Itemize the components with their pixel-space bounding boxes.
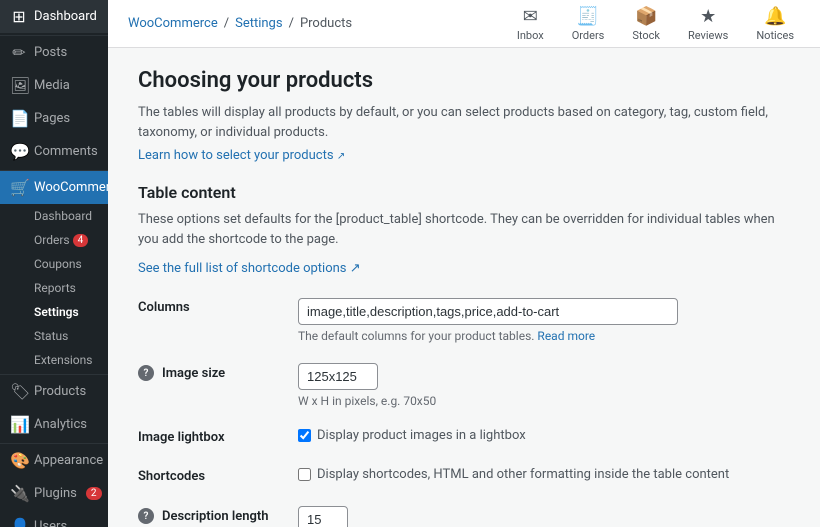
image-lightbox-field: Display product images in a lightbox xyxy=(298,418,790,457)
sidebar-item-label: WooCommerce xyxy=(34,180,108,195)
media-icon: 🖼 xyxy=(10,76,28,95)
sidebar-sub-dashboard[interactable]: Dashboard xyxy=(0,204,108,228)
sidebar-item-label: Products xyxy=(34,384,86,399)
breadcrumb-sep2: / xyxy=(289,16,294,31)
reviews-icon: ★ xyxy=(700,6,716,27)
sidebar-item-woocommerce[interactable]: 🛒 WooCommerce xyxy=(0,171,108,204)
appearance-icon: 🎨 xyxy=(10,451,28,470)
sidebar-sub-extensions[interactable]: Extensions xyxy=(0,348,108,372)
woo-nav-inbox[interactable]: ✉ Inbox xyxy=(511,2,550,46)
description-length-input[interactable] xyxy=(298,506,348,527)
page-title: Choosing your products xyxy=(138,68,790,93)
sidebar-item-label: Comments xyxy=(34,144,98,159)
sidebar-item-appearance[interactable]: 🎨 Appearance xyxy=(0,444,108,477)
learn-link[interactable]: Learn how to select your products ↗ xyxy=(138,148,345,163)
woocommerce-icon: 🛒 xyxy=(10,178,28,197)
dashboard-icon: ⊞ xyxy=(10,7,28,26)
sidebar-item-users[interactable]: 👤 Users xyxy=(0,510,108,527)
breadcrumb: WooCommerce / Settings / Products xyxy=(128,16,352,31)
sidebar-item-media[interactable]: 🖼 Media xyxy=(0,69,108,102)
page-description: The tables will display all products by … xyxy=(138,103,790,142)
description-length-label: ? Description length xyxy=(138,496,298,527)
columns-label: Columns xyxy=(138,288,298,353)
image-size-label: ? Image size xyxy=(138,353,298,418)
settings-form: Columns The default columns for your pro… xyxy=(138,288,790,527)
shortcodes-label: Shortcodes xyxy=(138,457,298,496)
pages-icon: 📄 xyxy=(10,109,28,128)
image-size-row: ? Image size W x H in pixels, e.g. 70x50 xyxy=(138,353,790,418)
image-size-help-icon[interactable]: ? xyxy=(138,365,154,381)
products-icon: 🏷 xyxy=(10,382,28,401)
image-lightbox-checkbox-label: Display product images in a lightbox xyxy=(317,428,526,443)
columns-input[interactable] xyxy=(298,298,678,325)
description-length-field: words xyxy=(298,496,790,527)
sidebar-item-label: Posts xyxy=(34,45,67,60)
posts-icon: ✏ xyxy=(10,43,28,62)
external-link-icon2: ↗ xyxy=(350,261,361,276)
external-link-icon: ↗ xyxy=(337,151,345,162)
notices-icon: 🔔 xyxy=(764,6,786,27)
sidebar-item-products[interactable]: 🏷 Products xyxy=(0,375,108,408)
sidebar: ⊞ Dashboard ✏ Posts 🖼 Media 📄 Pages 💬 Co… xyxy=(0,0,108,527)
woo-topbar: WooCommerce / Settings / Products ✉ Inbo… xyxy=(108,0,820,48)
breadcrumb-woocommerce[interactable]: WooCommerce xyxy=(128,16,218,31)
table-content-desc: These options set defaults for the [prod… xyxy=(138,210,790,249)
sidebar-sub-coupons[interactable]: Coupons xyxy=(0,252,108,276)
sidebar-sub-settings[interactable]: Settings xyxy=(0,300,108,324)
table-content-title: Table content xyxy=(138,183,790,202)
main-content: Choosing your products The tables will d… xyxy=(108,48,820,527)
sidebar-item-label: Plugins xyxy=(34,486,77,501)
breadcrumb-sep1: / xyxy=(224,16,229,31)
columns-read-more[interactable]: Read more xyxy=(537,329,595,343)
image-lightbox-checkbox[interactable] xyxy=(298,429,311,442)
orders-icon: 🧾 xyxy=(577,6,599,27)
users-icon: 👤 xyxy=(10,517,28,527)
sidebar-item-analytics[interactable]: 📊 Analytics xyxy=(0,408,108,441)
analytics-icon: 📊 xyxy=(10,415,28,434)
sidebar-item-label: Dashboard xyxy=(34,9,97,24)
plugins-badge: 2 xyxy=(86,487,102,500)
shortcodes-checkbox[interactable] xyxy=(298,468,311,481)
breadcrumb-current: Products xyxy=(300,16,352,31)
sidebar-item-label: Analytics xyxy=(34,417,87,432)
columns-field: The default columns for your product tab… xyxy=(298,288,790,353)
sidebar-item-label: Pages xyxy=(34,111,70,126)
stock-icon: 📦 xyxy=(635,6,657,27)
sidebar-item-posts[interactable]: ✏ Posts xyxy=(0,36,108,69)
image-size-input[interactable] xyxy=(298,363,378,390)
woo-nav-orders[interactable]: 🧾 Orders xyxy=(566,2,611,46)
sidebar-item-label: Users xyxy=(34,519,67,527)
breadcrumb-settings[interactable]: Settings xyxy=(235,16,282,31)
shortcode-link[interactable]: See the full list of shortcode options ↗ xyxy=(138,261,361,276)
desc-length-help-icon[interactable]: ? xyxy=(138,508,154,524)
sidebar-item-plugins[interactable]: 🔌 Plugins 2 xyxy=(0,477,108,510)
image-lightbox-label: Image lightbox xyxy=(138,418,298,457)
shortcodes-checkbox-label: Display shortcodes, HTML and other forma… xyxy=(317,467,729,482)
woo-nav-stock[interactable]: 📦 Stock xyxy=(626,2,666,46)
image-lightbox-row: Image lightbox Display product images in… xyxy=(138,418,790,457)
sidebar-sub-status[interactable]: Status xyxy=(0,324,108,348)
sidebar-item-comments[interactable]: 💬 Comments xyxy=(0,135,108,168)
image-size-desc: W x H in pixels, e.g. 70x50 xyxy=(298,394,790,408)
image-size-field: W x H in pixels, e.g. 70x50 xyxy=(298,353,790,418)
plugins-icon: 🔌 xyxy=(10,484,28,503)
shortcodes-row: Shortcodes Display shortcodes, HTML and … xyxy=(138,457,790,496)
shortcodes-field: Display shortcodes, HTML and other forma… xyxy=(298,457,790,496)
woo-nav-reviews[interactable]: ★ Reviews xyxy=(682,2,734,46)
columns-row: Columns The default columns for your pro… xyxy=(138,288,790,353)
woo-nav-notices[interactable]: 🔔 Notices xyxy=(750,2,800,46)
sidebar-sub-orders[interactable]: Orders 4 xyxy=(0,228,108,252)
columns-desc: The default columns for your product tab… xyxy=(298,329,790,343)
sidebar-item-pages[interactable]: 📄 Pages xyxy=(0,102,108,135)
sidebar-sub-reports[interactable]: Reports xyxy=(0,276,108,300)
sidebar-item-label: Media xyxy=(34,78,70,93)
inbox-icon: ✉ xyxy=(523,6,538,27)
sidebar-item-dashboard[interactable]: ⊞ Dashboard xyxy=(0,0,108,33)
sidebar-item-label: Appearance xyxy=(34,453,103,468)
comments-icon: 💬 xyxy=(10,142,28,161)
orders-badge: 4 xyxy=(73,234,89,247)
woo-nav: ✉ Inbox 🧾 Orders 📦 Stock ★ Reviews 🔔 xyxy=(511,2,800,46)
description-length-row: ? Description length words xyxy=(138,496,790,527)
